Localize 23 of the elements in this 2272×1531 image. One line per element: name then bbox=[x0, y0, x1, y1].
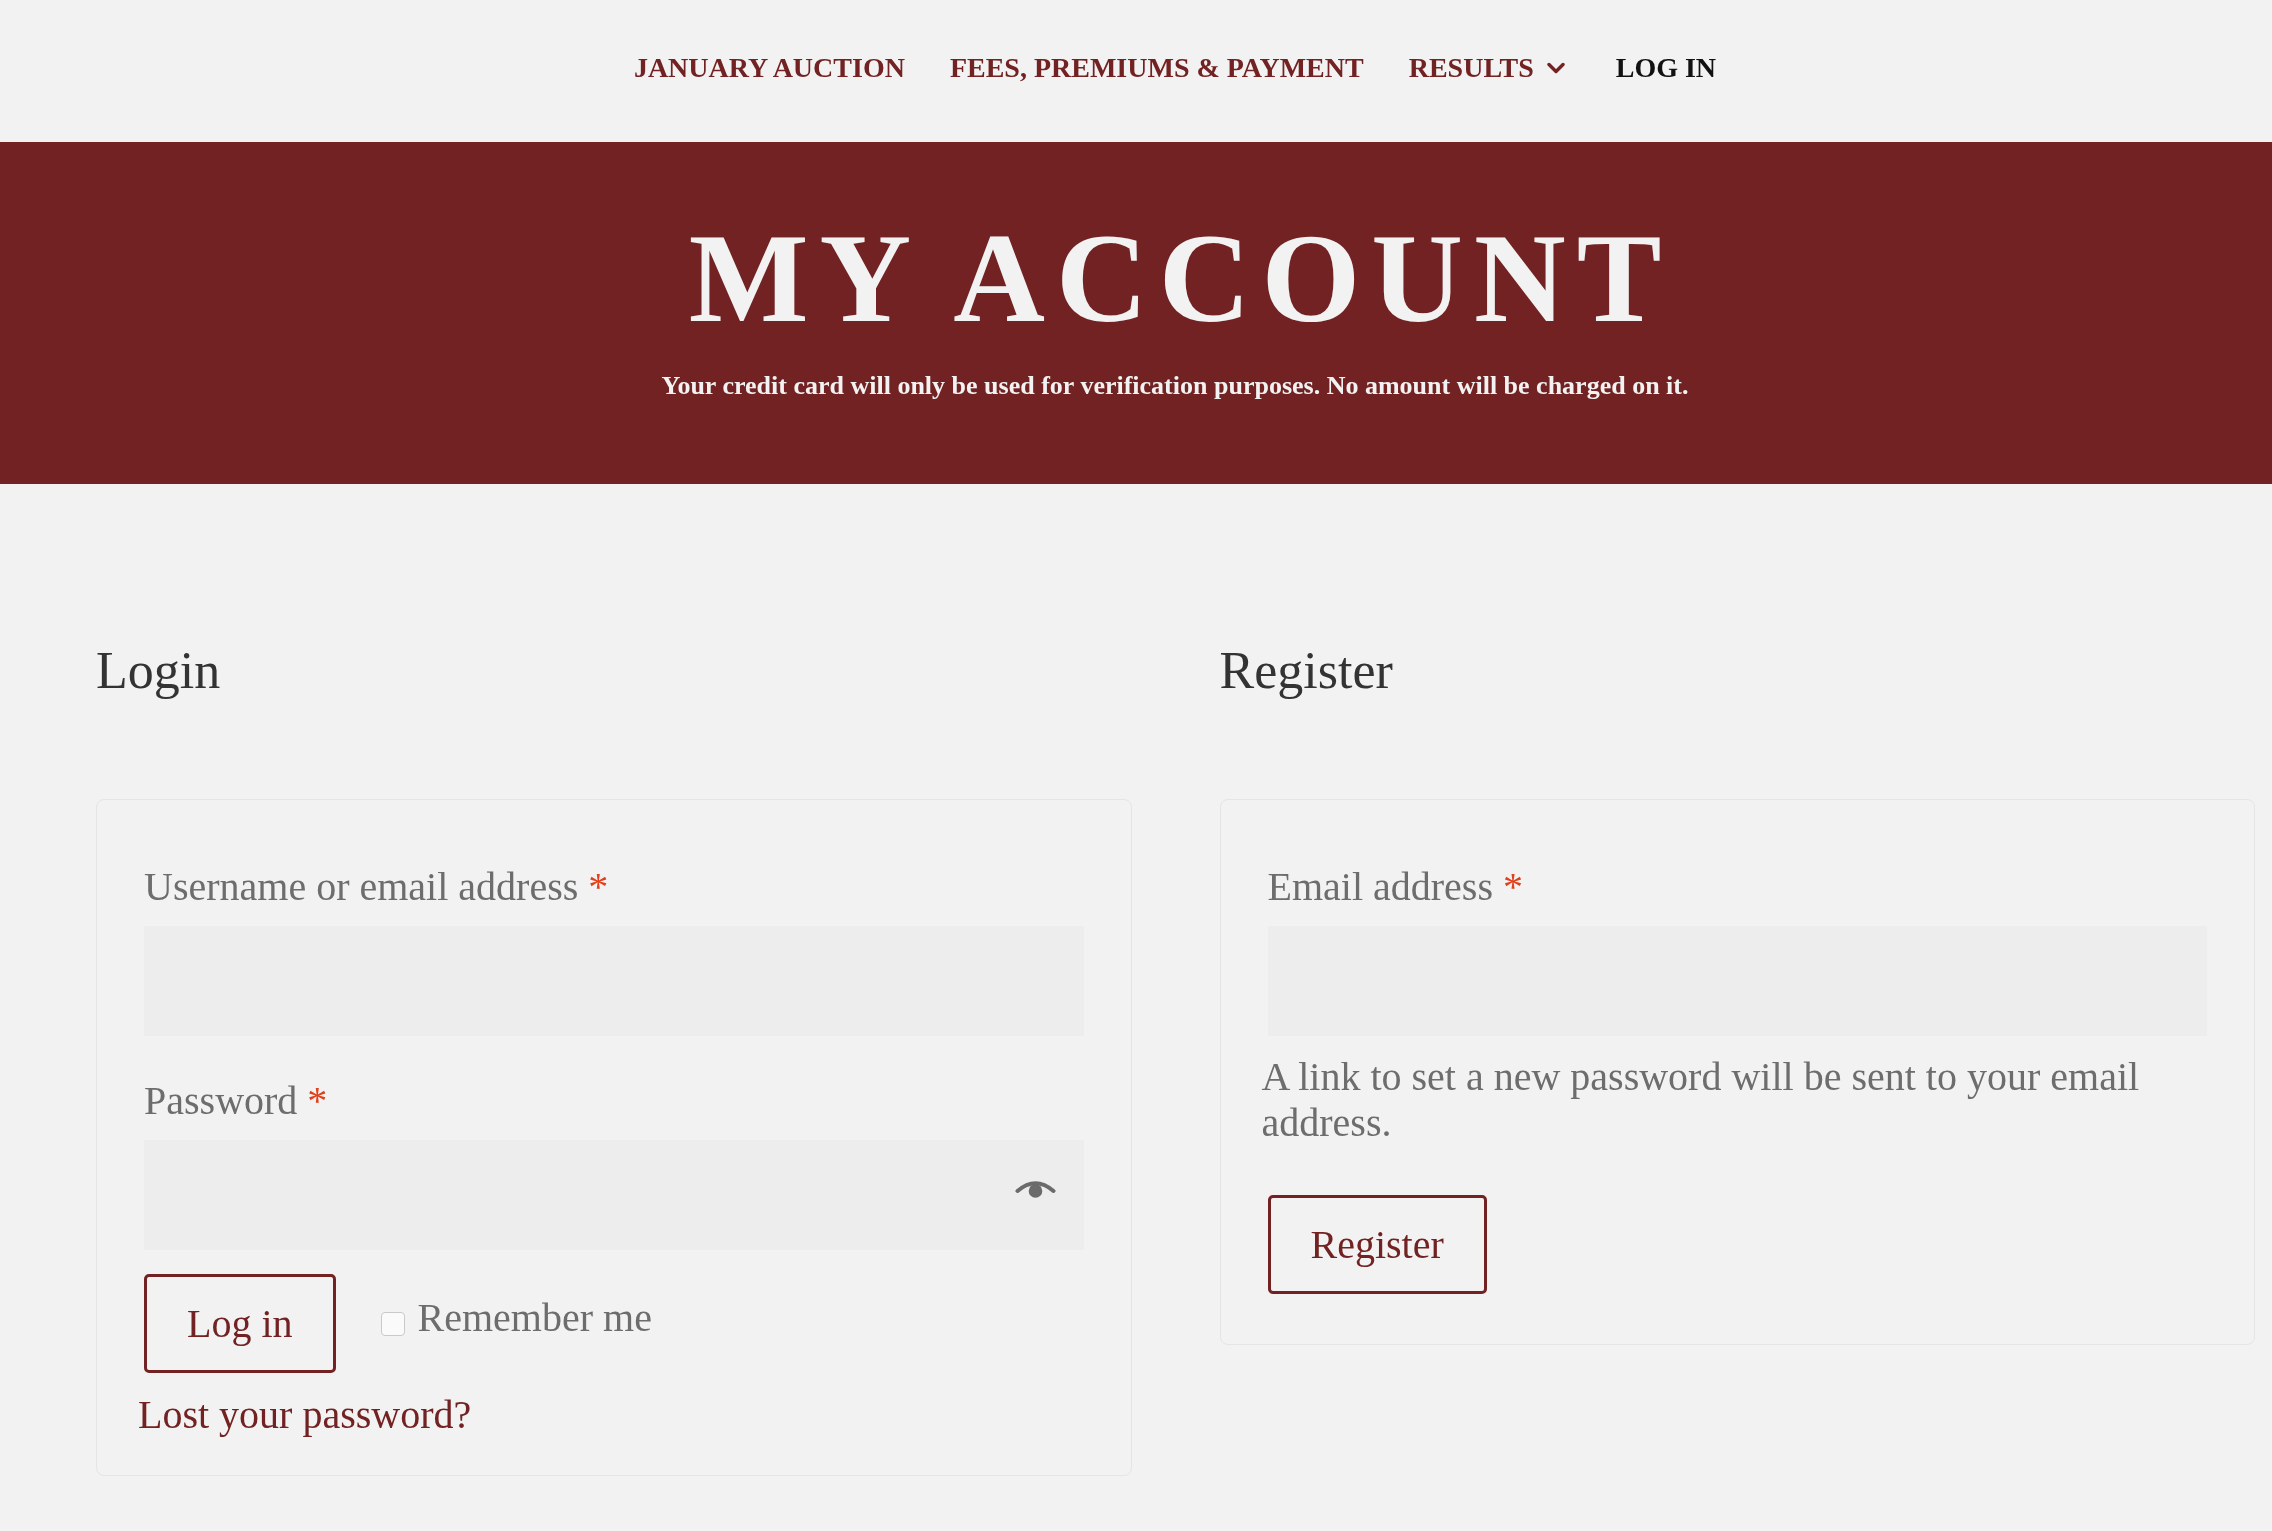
chevron-down-icon[interactable] bbox=[1546, 62, 1565, 74]
nav-link[interactable]: LOG IN bbox=[1615, 52, 1717, 84]
required-mark: * bbox=[1503, 864, 1523, 909]
nav-link[interactable]: RESULTS bbox=[1408, 52, 1571, 84]
login-button[interactable]: Log in bbox=[144, 1274, 336, 1373]
lost-password-link[interactable]: Lost your password? bbox=[138, 1385, 472, 1445]
field-label: Username or email address bbox=[144, 864, 579, 909]
field-label: Password bbox=[144, 1078, 298, 1123]
help-text: A link to set a new password will be sent to your email address. bbox=[1261, 1054, 2141, 1146]
eye-icon[interactable] bbox=[1014, 1179, 1056, 1199]
banner-subtitle: Your credit card will only be used for verification purposes. No amount will be charged on it. bbox=[660, 370, 1690, 402]
nav-link[interactable]: FEES, PREMIUMS & PAYMENT bbox=[949, 52, 1364, 84]
required-mark: * bbox=[588, 864, 609, 909]
nav-link[interactable]: JANUARY AUCTION bbox=[633, 52, 905, 84]
section-heading: Login bbox=[96, 641, 222, 701]
field-label: Email address bbox=[1267, 864, 1493, 909]
password-field[interactable] bbox=[144, 1140, 1084, 1250]
register-button[interactable]: Register bbox=[1267, 1195, 1487, 1294]
required-mark: * bbox=[307, 1078, 328, 1123]
section-heading: Register bbox=[1219, 641, 1394, 701]
page-title: MY ACCOUNT bbox=[687, 215, 1674, 342]
remember-checkbox[interactable] bbox=[380, 1311, 405, 1336]
remember-label: Remember me bbox=[417, 1293, 652, 1342]
